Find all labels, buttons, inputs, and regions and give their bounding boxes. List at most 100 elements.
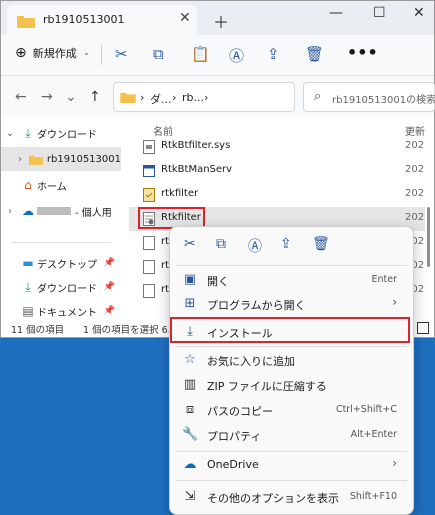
chevron-right-icon[interactable]: › — [1, 206, 19, 217]
nav-item-label: デスクトップ — [37, 259, 97, 271]
tab-rb1910513001[interactable]: rb1910513001 ✕ — [7, 5, 197, 35]
menu-item-zip[interactable]: ▥ ZIP ファイルに圧縮する — [170, 373, 413, 398]
more-options-icon: ⇲ — [184, 489, 196, 504]
more-icon[interactable]: ••• — [347, 43, 378, 62]
chevron-right-icon[interactable]: › — [11, 154, 29, 165]
open-icon: ▣ — [183, 272, 197, 287]
pin-icon[interactable]: 📌 — [104, 306, 115, 316]
file-icon — [143, 260, 155, 274]
menu-item-open[interactable]: ▣ 開く Enter — [170, 268, 413, 293]
nav-item-label: ダウンロード — [37, 129, 97, 141]
desktop-icon: ▬ — [22, 256, 34, 270]
nav-item-rb1910513001[interactable]: › rb1910513001 — [1, 147, 121, 171]
share-icon[interactable]: ⇪ — [280, 236, 292, 252]
chevron-right-icon: › — [392, 456, 397, 470]
maximize-button[interactable]: ☐ — [373, 5, 386, 21]
chevron-down-icon[interactable]: ⌄ — [65, 89, 77, 105]
plus-circle-icon: ⊕ — [15, 45, 27, 61]
nav-item-label: ドキュメント — [37, 307, 97, 319]
title-bar: rb1910513001 ✕ ＋ — ☐ ✕ — [1, 1, 434, 35]
breadcrumb-downloads[interactable]: ダ... — [150, 91, 172, 107]
context-menu: ✂ ⧉ Ⓐ ⇪ 🗑 ▣ 開く Enter ⊞ プログラムから開く › ⤓ インス… — [169, 226, 414, 515]
menu-item-label: お気に入りに追加 — [207, 355, 295, 368]
file-icon — [143, 284, 155, 298]
tab-title: rb1910513001 — [43, 13, 125, 26]
nav-item-desktop[interactable]: ▬ デスクトップ 📌 — [1, 251, 121, 275]
properties-icon: 🔧 — [182, 427, 199, 442]
chevron-down-icon[interactable]: ⌄ — [1, 128, 19, 139]
menu-item-more-options[interactable]: ⇲ その他のオプションを表示 Shift+F10 — [170, 485, 413, 510]
copy-icon[interactable]: ⧉ — [153, 45, 164, 63]
nav-item-label: rb1910513001 — [46, 153, 121, 165]
home-icon: ⌂ — [24, 178, 32, 192]
install-highlight — [170, 317, 410, 343]
menu-item-properties[interactable]: 🔧 プロパティ Alt+Enter — [170, 423, 413, 448]
address-row: ← → ⌄ ↑ › ダ... › rb... › ⌕ rb1910513001の… — [1, 76, 435, 116]
file-name: rtkfilter — [161, 188, 199, 199]
catalog-file-icon — [143, 188, 155, 202]
delete-icon[interactable]: 🗑 — [312, 236, 330, 252]
forward-icon[interactable]: → — [41, 89, 53, 105]
share-icon[interactable]: ⇪ — [267, 45, 280, 63]
address-bar[interactable]: › ダ... › rb... › — [113, 82, 295, 112]
menu-item-label: その他のオプションを表示 — [207, 492, 339, 505]
rename-icon[interactable]: Ⓐ — [248, 236, 262, 256]
menu-item-favorite[interactable]: ☆ お気に入りに追加 — [170, 348, 413, 373]
pin-icon[interactable]: 📌 — [104, 282, 115, 292]
close-window-button[interactable]: ✕ — [413, 5, 425, 21]
back-icon[interactable]: ← — [15, 89, 27, 105]
minimize-button[interactable]: — — [329, 5, 343, 21]
file-date: 202 — [405, 140, 425, 151]
menu-item-label: OneDrive — [207, 458, 259, 471]
menu-item-shortcut: Shift+F10 — [349, 491, 397, 502]
file-row[interactable]: RtkBtfilter.sys 202 — [129, 135, 425, 159]
crumb-separator[interactable]: › — [204, 91, 208, 104]
pin-icon[interactable]: 📌 — [104, 258, 115, 268]
nav-item-label: ホーム — [37, 181, 67, 193]
scrollbar[interactable] — [427, 207, 430, 267]
menu-item-onedrive[interactable]: ☁ OneDrive › — [170, 453, 413, 478]
menu-item-label: プロパティ — [207, 430, 262, 443]
search-icon: ⌕ — [314, 89, 322, 104]
rename-icon[interactable]: Ⓐ — [229, 45, 244, 66]
file-date: 202 — [405, 188, 425, 199]
context-quick-actions: ✂ ⧉ Ⓐ ⇪ 🗑 — [170, 227, 413, 263]
nav-divider — [11, 242, 111, 243]
command-bar: ⊕ 新規作成 ⌄ ✂ ⧉ 📋 Ⓐ ⇪ 🗑 ••• — [1, 35, 434, 76]
file-row[interactable]: rtkfilter 202 — [129, 183, 425, 207]
exe-file-icon — [143, 165, 155, 177]
nav-item-onedrive[interactable]: › ☁ - 個人用 — [1, 199, 121, 223]
nav-item-home[interactable]: ⌂ ホーム — [1, 173, 121, 197]
search-box[interactable]: ⌕ rb1910513001の検索 — [303, 82, 435, 112]
up-icon[interactable]: ↑ — [89, 89, 101, 105]
menu-divider — [176, 451, 407, 452]
details-view-icon[interactable] — [417, 322, 429, 334]
cut-icon[interactable]: ✂ — [184, 236, 196, 252]
folder-icon — [120, 92, 136, 103]
nav-item-downloads[interactable]: ⌄ ⤓ ダウンロード — [1, 121, 121, 145]
folder-icon — [17, 16, 35, 28]
crumb-separator: › — [140, 91, 145, 104]
item-count: 11 個の項目 — [11, 325, 65, 336]
menu-item-open-with[interactable]: ⊞ プログラムから開く › — [170, 292, 413, 317]
nav-item-label: ダウンロード — [37, 283, 97, 295]
menu-item-copy-path[interactable]: ⧈ パスのコピー Ctrl+Shift+C — [170, 398, 413, 423]
paste-icon[interactable]: 📋 — [191, 45, 210, 63]
nav-item-downloads-pinned[interactable]: ⤓ ダウンロード 📌 — [1, 275, 121, 299]
document-icon: ▤ — [22, 304, 34, 318]
cut-icon[interactable]: ✂ — [115, 45, 128, 63]
folder-icon — [28, 155, 43, 165]
menu-divider — [176, 265, 407, 266]
chevron-down-icon: ⌄ — [82, 48, 91, 58]
search-placeholder: rb1910513001の検索 — [332, 95, 435, 106]
breadcrumb-folder[interactable]: rb... — [182, 91, 204, 104]
file-row[interactable]: RtkBtManServ 202 — [129, 159, 425, 183]
copy-icon[interactable]: ⧉ — [216, 236, 226, 252]
new-button[interactable]: ⊕ 新規作成 ⌄ — [15, 45, 90, 61]
onedrive-icon: ☁ — [183, 457, 197, 472]
menu-item-shortcut: Ctrl+Shift+C — [335, 404, 397, 415]
delete-icon[interactable]: 🗑 — [305, 45, 324, 63]
download-icon: ⤓ — [25, 279, 31, 294]
new-tab-icon[interactable]: ＋ — [213, 9, 229, 33]
tab-close-icon[interactable]: ✕ — [179, 10, 191, 26]
